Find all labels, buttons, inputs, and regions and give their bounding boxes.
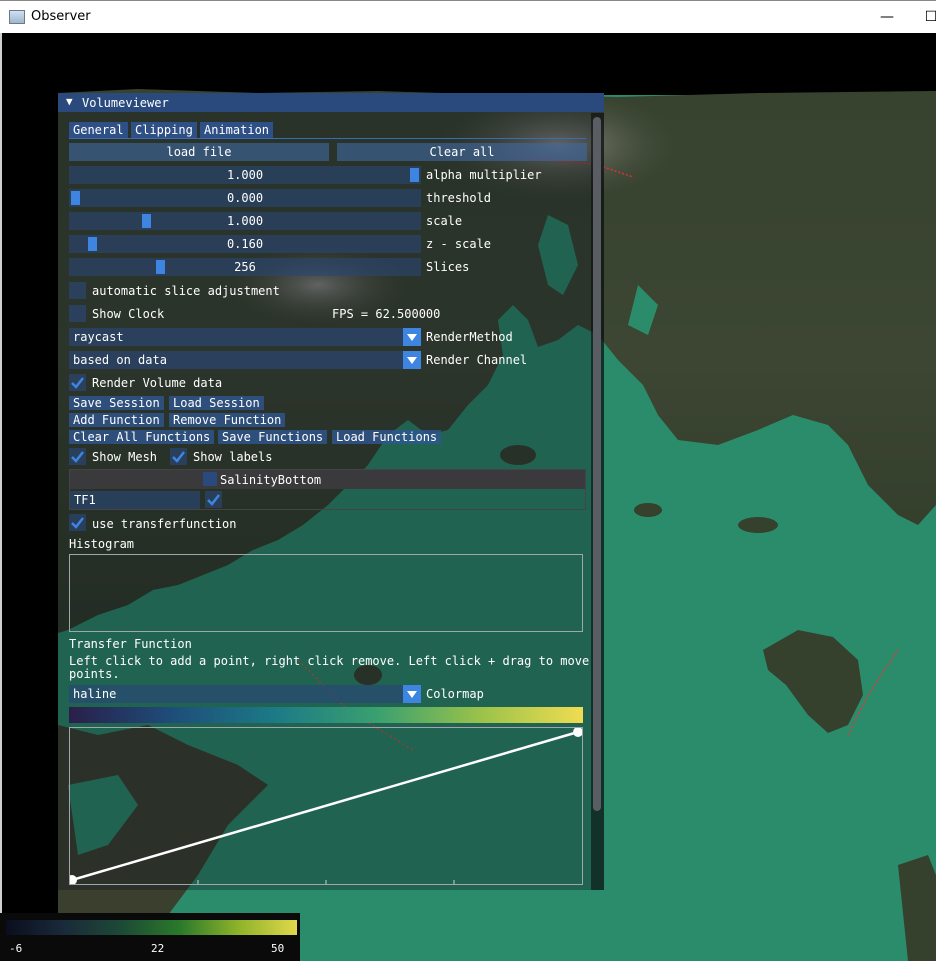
- channel-table: SalinityBottom TF1: [69, 469, 586, 510]
- app-window-icon: [9, 10, 25, 24]
- legend-tick-mid: 22: [151, 942, 165, 955]
- volumeviewer-panel: ▼ Volumeviewer General Clipping Animatio…: [58, 93, 604, 890]
- add-function-button[interactable]: Add Function: [69, 413, 164, 427]
- colormap-combo[interactable]: haline: [69, 685, 421, 703]
- checkmark-icon: [71, 517, 84, 529]
- show-mesh-checkbox[interactable]: [69, 448, 86, 465]
- slider-grab[interactable]: [142, 214, 152, 228]
- combo-value: raycast: [73, 330, 124, 344]
- fps-readout: FPS = 62.500000: [332, 307, 441, 321]
- tab-underline: [69, 138, 586, 139]
- slider-grab[interactable]: [410, 168, 419, 182]
- render-method-label: RenderMethod: [426, 330, 513, 344]
- tab-animation[interactable]: Animation: [200, 122, 274, 138]
- maximize-button[interactable]: ☐: [920, 5, 936, 29]
- combo-value: based on data: [73, 353, 167, 367]
- transfer-function-editor[interactable]: [69, 727, 583, 885]
- transfer-function-help: Left click to add a point, right click r…: [69, 654, 590, 668]
- show-labels-label: Show labels: [193, 450, 273, 464]
- load-functions-button[interactable]: Load Functions: [332, 430, 442, 444]
- render-volume-label: Render Volume data: [92, 376, 223, 390]
- checkmark-icon: [172, 451, 185, 463]
- render-channel-label: Render Channel: [426, 353, 528, 367]
- slider-value: 0.000: [226, 191, 264, 205]
- z-scale-slider[interactable]: 0.160: [69, 235, 421, 253]
- slider-grab[interactable]: [71, 191, 80, 205]
- channel-table-header: [70, 470, 585, 489]
- channel-header-checkbox[interactable]: [203, 472, 217, 486]
- render-channel-combo[interactable]: based on data: [69, 351, 421, 369]
- slider-grab[interactable]: [155, 260, 165, 274]
- collapse-triangle-icon[interactable]: ▼: [66, 95, 73, 108]
- save-session-button[interactable]: Save Session: [69, 396, 164, 410]
- panel-title: Volumeviewer: [82, 96, 169, 110]
- clear-all-functions-button[interactable]: Clear All Functions: [69, 430, 215, 444]
- slider-value: 1.000: [226, 214, 264, 228]
- scale-label: scale: [426, 214, 463, 228]
- combo-value: haline: [73, 687, 117, 701]
- scrollbar-thumb[interactable]: [593, 117, 601, 811]
- histogram-label: Histogram: [69, 537, 135, 551]
- slider-value: 1.000: [226, 168, 264, 182]
- legend-tick-max: 50: [271, 942, 285, 955]
- minimize-button[interactable]: —: [876, 5, 898, 29]
- dropdown-arrow-icon[interactable]: [403, 685, 421, 703]
- tf-name-cell[interactable]: TF1: [70, 491, 200, 509]
- window-left-border: [0, 33, 2, 961]
- salinity-color-legend: -6 22 50: [0, 913, 300, 961]
- threshold-label: threshold: [426, 191, 492, 205]
- transfer-function-label: Transfer Function: [69, 637, 192, 651]
- dropdown-arrow-icon[interactable]: [403, 351, 421, 369]
- colormap-preview-bar: [69, 707, 583, 723]
- remove-function-button[interactable]: Remove Function: [169, 413, 286, 427]
- histogram-box: [69, 554, 583, 632]
- clear-all-button[interactable]: Clear all: [337, 143, 587, 161]
- checkmark-icon: [207, 494, 220, 506]
- show-labels-checkbox[interactable]: [170, 448, 187, 465]
- use-tf-checkbox[interactable]: [69, 514, 86, 531]
- alpha-multiplier-label: alpha multiplier: [426, 168, 542, 182]
- slider-value: 256: [234, 260, 256, 274]
- tf-control-point: [70, 875, 77, 884]
- tf-enabled-checkbox[interactable]: [205, 491, 222, 508]
- legend-gradient-bar: [6, 920, 297, 935]
- threshold-slider[interactable]: 0.000: [69, 189, 421, 207]
- dropdown-arrow-icon[interactable]: [403, 328, 421, 346]
- slider-value: 0.160: [226, 237, 264, 251]
- save-functions-button[interactable]: Save Functions: [218, 430, 328, 444]
- use-tf-label: use transferfunction: [92, 517, 237, 531]
- render-volume-checkbox[interactable]: [69, 374, 86, 391]
- z-scale-label: z - scale: [426, 237, 492, 251]
- show-clock-checkbox[interactable]: [69, 305, 86, 322]
- transfer-function-help-cont: points.: [69, 667, 120, 681]
- load-file-button[interactable]: load file: [69, 143, 329, 161]
- alpha-multiplier-slider[interactable]: 1.000: [69, 166, 421, 184]
- tf-name: TF1: [74, 493, 96, 507]
- auto-slice-label: automatic slice adjustment: [92, 284, 280, 298]
- show-mesh-label: Show Mesh: [92, 450, 158, 464]
- legend-tick-min: -6: [9, 942, 23, 955]
- window-title: Observer: [31, 9, 91, 24]
- slices-slider[interactable]: 256: [69, 258, 421, 276]
- load-session-button[interactable]: Load Session: [169, 396, 264, 410]
- transfer-function-curve: [71, 730, 579, 882]
- panel-scrollbar[interactable]: [591, 113, 604, 890]
- tab-clipping[interactable]: Clipping: [131, 122, 197, 138]
- colormap-label: Colormap: [426, 687, 484, 701]
- auto-slice-checkbox[interactable]: [69, 282, 86, 299]
- render-method-combo[interactable]: raycast: [69, 328, 421, 346]
- slider-grab[interactable]: [87, 237, 97, 251]
- checkmark-icon: [71, 451, 84, 463]
- checkmark-icon: [71, 377, 84, 389]
- channel-header-label: SalinityBottom: [220, 473, 322, 487]
- window-titlebar: Observer — ☐: [0, 0, 936, 33]
- tab-general[interactable]: General: [69, 122, 128, 138]
- show-clock-label: Show Clock: [92, 307, 165, 321]
- tf-control-point: [573, 728, 582, 737]
- panel-header[interactable]: ▼ Volumeviewer: [58, 93, 604, 112]
- scale-slider[interactable]: 1.000: [69, 212, 421, 230]
- slices-label: Slices: [426, 260, 470, 274]
